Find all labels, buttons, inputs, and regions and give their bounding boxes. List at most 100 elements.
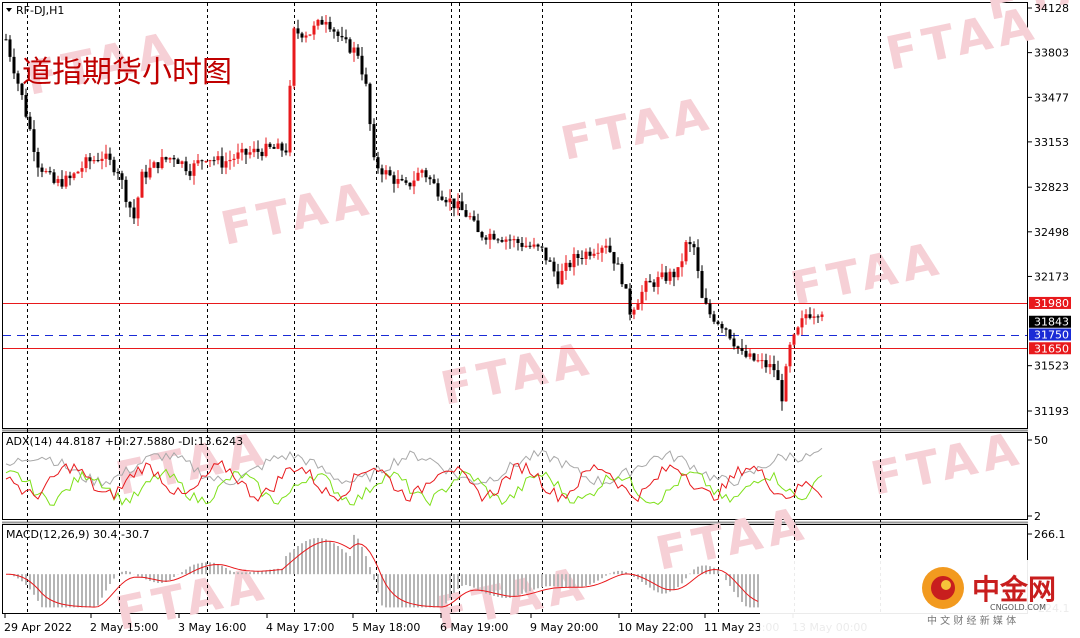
candle-body bbox=[680, 261, 684, 268]
candle-body bbox=[692, 244, 696, 248]
candle-body bbox=[372, 124, 376, 158]
candle-body bbox=[536, 244, 540, 247]
candle-body bbox=[504, 239, 508, 242]
candle-body bbox=[368, 83, 372, 125]
cngold-logo: 中金网 CNGOLD.COM 中 文 财 经 新 媒 体 bbox=[760, 560, 1078, 636]
candle-body bbox=[432, 179, 436, 184]
candle-body bbox=[296, 28, 300, 34]
candle-body bbox=[500, 240, 504, 242]
candle-body bbox=[572, 253, 576, 268]
candle-body bbox=[360, 55, 364, 75]
candle-body bbox=[552, 261, 556, 272]
candle-body bbox=[716, 321, 720, 324]
candle-body bbox=[12, 56, 16, 74]
candle-body bbox=[16, 73, 20, 84]
candle-body bbox=[104, 153, 108, 159]
candle-body bbox=[132, 207, 136, 219]
candle-body bbox=[704, 297, 708, 304]
candle-body bbox=[72, 173, 76, 179]
candle-body bbox=[164, 157, 168, 160]
candle-body bbox=[748, 353, 752, 357]
candle-body bbox=[348, 39, 352, 53]
candle-body bbox=[720, 323, 724, 329]
time-tick-label: 6 May 19:00 bbox=[440, 621, 508, 634]
time-tick-label: 3 May 16:00 bbox=[178, 621, 246, 634]
candle-body bbox=[200, 160, 204, 162]
candle-body bbox=[488, 233, 492, 240]
candle-body bbox=[756, 360, 760, 362]
candle-body bbox=[700, 271, 704, 298]
price-level-tags: 31980 316503175031843 bbox=[1029, 296, 1071, 355]
candle-body bbox=[244, 148, 248, 155]
candle-body bbox=[208, 160, 212, 162]
candle-body bbox=[184, 161, 188, 172]
price-tick-label: 32498 bbox=[1034, 226, 1069, 239]
time-tick-label: 10 May 22:00 bbox=[618, 621, 693, 634]
candle-body bbox=[624, 284, 628, 289]
candle-body bbox=[24, 95, 28, 117]
candle-body bbox=[272, 146, 276, 149]
candle-body bbox=[364, 74, 368, 84]
candle-body bbox=[496, 239, 500, 241]
candle-body bbox=[224, 161, 228, 168]
price-level-tag-label: 31750 bbox=[1034, 329, 1069, 342]
candle-body bbox=[672, 271, 676, 278]
candle-body bbox=[524, 245, 528, 247]
price-level-tag-label: 31980 bbox=[1034, 297, 1069, 310]
candle-body bbox=[332, 29, 336, 32]
candle-body bbox=[652, 282, 656, 287]
candle-body bbox=[784, 366, 788, 402]
candle-body bbox=[312, 25, 316, 35]
candle-body bbox=[768, 364, 772, 368]
candle-body bbox=[644, 280, 648, 292]
candle-body bbox=[32, 129, 36, 152]
candle-body bbox=[400, 178, 404, 181]
candle-body bbox=[688, 242, 692, 245]
candle-body bbox=[508, 239, 512, 241]
candle-body bbox=[588, 251, 592, 256]
candle-body bbox=[56, 179, 60, 183]
candle-body bbox=[820, 314, 824, 317]
candle-body bbox=[252, 148, 256, 153]
candle-body bbox=[416, 172, 420, 181]
candle-body bbox=[384, 170, 388, 175]
candle-body bbox=[264, 143, 268, 157]
dropdown-triangle-icon[interactable] bbox=[6, 8, 12, 12]
candle-body bbox=[676, 267, 680, 278]
candle-body bbox=[116, 172, 120, 174]
candle-body bbox=[336, 31, 340, 36]
candle-body bbox=[512, 239, 516, 241]
candle-body bbox=[280, 143, 284, 151]
adx-axis: 50 2 bbox=[1028, 434, 1048, 523]
candle-body bbox=[84, 157, 88, 169]
candle-body bbox=[304, 35, 308, 38]
time-tick-label: 9 May 20:00 bbox=[530, 621, 598, 634]
candle-body bbox=[176, 159, 180, 164]
candle-body bbox=[800, 318, 804, 328]
candle-body bbox=[436, 183, 440, 197]
candle-body bbox=[600, 247, 604, 253]
candle-body bbox=[180, 161, 184, 164]
candle-body bbox=[28, 116, 32, 130]
watermark-text: FTAA bbox=[556, 86, 718, 171]
candle-body bbox=[156, 162, 160, 169]
candle-body bbox=[424, 170, 428, 178]
candle-body bbox=[120, 173, 124, 180]
candle-body bbox=[636, 303, 640, 310]
candle-body bbox=[228, 159, 232, 162]
candle-body bbox=[660, 272, 664, 278]
candle-body bbox=[776, 370, 780, 381]
candle-body bbox=[528, 245, 532, 247]
candle-body bbox=[148, 167, 152, 178]
candle-body bbox=[168, 157, 172, 160]
candle-body bbox=[492, 233, 496, 240]
candle-body bbox=[212, 160, 216, 162]
candle-body bbox=[388, 170, 392, 176]
candle-body bbox=[96, 160, 100, 162]
candle-body bbox=[376, 157, 380, 169]
candle-body bbox=[192, 163, 196, 176]
candle-body bbox=[52, 172, 56, 183]
candle-body bbox=[792, 334, 796, 345]
macd-tick-label: 266.1 bbox=[1034, 528, 1066, 541]
candle-body bbox=[728, 329, 732, 339]
